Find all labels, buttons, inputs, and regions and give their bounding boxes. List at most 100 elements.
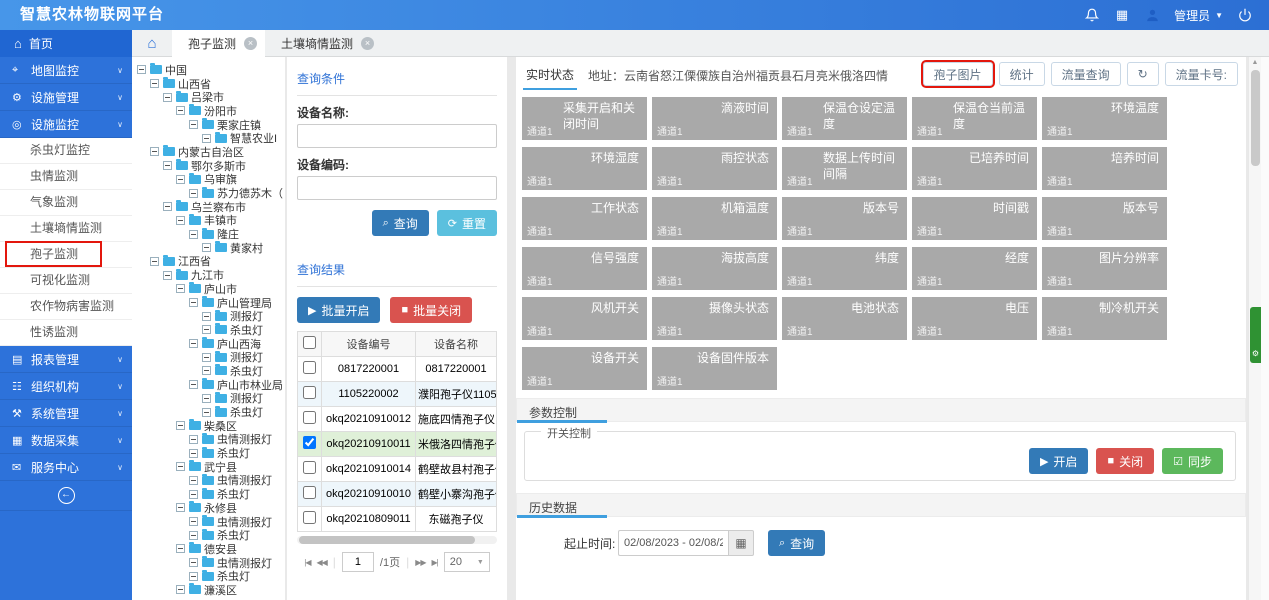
sidebar-bottom-item-0[interactable]: ▤报表管理∨ <box>0 346 132 373</box>
history-search-button[interactable]: ⌕ 查询 <box>768 530 825 556</box>
expander-icon[interactable] <box>189 558 198 567</box>
tab-realtime-status[interactable]: 实时状态 <box>526 66 574 83</box>
table-row[interactable]: okq20210910014鹤壁故县村孢子仪 <box>298 457 497 482</box>
tree-node[interactable]: 武宁县 <box>137 460 285 474</box>
expander-icon[interactable] <box>189 572 198 581</box>
submenu-item-6[interactable]: 农作物病害监测 <box>0 294 132 320</box>
traffic-query-button[interactable]: 流量查询 <box>1051 62 1121 86</box>
tree-node[interactable]: 庐山管理局 <box>137 296 285 310</box>
bell-icon[interactable] <box>1084 7 1100 23</box>
qr-icon[interactable]: ▦ <box>1114 7 1130 23</box>
expander-icon[interactable] <box>137 65 146 74</box>
expander-icon[interactable] <box>189 435 198 444</box>
tree-node[interactable]: 鄂尔多斯市 <box>137 159 285 173</box>
device-name-input[interactable] <box>297 124 497 148</box>
submenu-item-1[interactable]: 虫情监测 <box>0 164 132 190</box>
batch-close-button[interactable]: ■ 批量关闭 <box>390 297 472 323</box>
expander-icon[interactable] <box>163 93 172 102</box>
expander-icon[interactable] <box>189 531 198 540</box>
scrollbar-thumb[interactable] <box>1251 70 1260 166</box>
expander-icon[interactable] <box>202 312 211 321</box>
table-row[interactable]: 1105220002濮阳孢子仪1105220 <box>298 382 497 407</box>
device-code-input[interactable] <box>297 176 497 200</box>
side-panel-handle[interactable]: ⚙ <box>1250 307 1261 363</box>
tree-node[interactable]: 杀虫灯 <box>137 446 285 460</box>
tree-node[interactable]: 山西省 <box>137 77 285 91</box>
row-checkbox[interactable] <box>303 386 316 399</box>
expander-icon[interactable] <box>189 298 198 307</box>
expander-icon[interactable] <box>150 257 159 266</box>
sidebar-bottom-item-2[interactable]: ⚒系统管理∨ <box>0 400 132 427</box>
expander-icon[interactable] <box>189 230 198 239</box>
table-row[interactable]: 08172200010817220001 <box>298 357 497 382</box>
tree-node[interactable]: 栗家庄镇 <box>137 118 285 132</box>
tree-node[interactable]: 庐山市林业局 <box>137 378 285 392</box>
expander-icon[interactable] <box>202 408 211 417</box>
tree-node[interactable]: 内蒙古自治区 <box>137 145 285 159</box>
table-row[interactable]: okq20210910012施底四情孢子仪 <box>298 407 497 432</box>
statistics-button[interactable]: 统计 <box>999 62 1045 86</box>
expander-icon[interactable] <box>202 325 211 334</box>
expander-icon[interactable] <box>202 134 211 143</box>
expander-icon[interactable] <box>189 449 198 458</box>
expander-icon[interactable] <box>176 421 185 430</box>
expander-icon[interactable] <box>176 216 185 225</box>
expander-icon[interactable] <box>189 380 198 389</box>
expander-icon[interactable] <box>189 517 198 526</box>
tree-node[interactable]: 丰镇市 <box>137 214 285 228</box>
prev-page-icon[interactable]: ◀◀ <box>316 558 326 567</box>
row-checkbox[interactable] <box>303 411 316 424</box>
tree-node[interactable]: 庐山市 <box>137 282 285 296</box>
expander-icon[interactable] <box>150 147 159 156</box>
row-checkbox[interactable] <box>303 461 316 474</box>
tree-node[interactable]: 中国 <box>137 63 285 77</box>
sidebar-item-1[interactable]: ⚙设施管理∨ <box>0 84 132 111</box>
expander-icon[interactable] <box>189 120 198 129</box>
submenu-item-2[interactable]: 气象监测 <box>0 190 132 216</box>
row-checkbox[interactable] <box>303 486 316 499</box>
close-icon[interactable]: × <box>361 37 374 50</box>
tree-node[interactable]: 测报灯 <box>137 309 285 323</box>
page-size-select[interactable]: 20 ▼ <box>444 552 490 572</box>
submenu-item-5[interactable]: 可视化监测 <box>0 268 132 294</box>
row-checkbox[interactable] <box>303 511 316 524</box>
tree-node[interactable]: 虫情测报灯 <box>137 556 285 570</box>
first-page-icon[interactable]: |◀ <box>304 558 310 567</box>
last-page-icon[interactable]: ▶| <box>432 558 438 567</box>
expander-icon[interactable] <box>176 544 185 553</box>
tree-node[interactable]: 虫情测报灯 <box>137 433 285 447</box>
sidebar-item-2[interactable]: ◎设施监控∨ <box>0 111 132 138</box>
page-number-input[interactable] <box>342 552 374 572</box>
tree-node[interactable]: 乌兰察布市 <box>137 200 285 214</box>
tree-node[interactable]: 杀虫灯 <box>137 323 285 337</box>
open-button[interactable]: ▶ 开启 <box>1029 448 1088 474</box>
next-page-icon[interactable]: ▶▶ <box>415 558 425 567</box>
expander-icon[interactable] <box>150 79 159 88</box>
tree-node[interactable]: 虫情测报灯 <box>137 515 285 529</box>
avatar[interactable] <box>1144 7 1160 23</box>
history-title[interactable]: 历史数据 <box>529 499 577 516</box>
tree-node[interactable]: 庐山西海 <box>137 337 285 351</box>
user-menu[interactable]: 管理员 ▼ <box>1174 7 1223 24</box>
tree-node[interactable]: 九江市 <box>137 268 285 282</box>
tab-1[interactable]: 土壤墒情监测× <box>265 30 382 57</box>
tree-node[interactable]: 苏力德苏木（ <box>137 186 285 200</box>
tab-0[interactable]: 孢子监测× <box>172 30 265 57</box>
expander-icon[interactable] <box>189 490 198 499</box>
sidebar-item-0[interactable]: ⌖地图监控∨ <box>0 57 132 84</box>
submenu-item-4[interactable]: 孢子监测 <box>0 242 132 268</box>
expander-icon[interactable] <box>189 339 198 348</box>
select-all-checkbox[interactable] <box>303 336 316 349</box>
expander-icon[interactable] <box>176 585 185 594</box>
sidebar-bottom-item-3[interactable]: ▦数据采集∨ <box>0 427 132 454</box>
table-row[interactable]: okq20210910010鹤壁小寨沟孢子仪 <box>298 482 497 507</box>
expander-icon[interactable] <box>176 503 185 512</box>
row-checkbox[interactable] <box>303 361 316 374</box>
scroll-up-icon[interactable]: ▲ <box>1249 59 1261 66</box>
param-control-title[interactable]: 参数控制 <box>529 404 577 421</box>
close-button[interactable]: ■ 关闭 <box>1096 448 1154 474</box>
tree-node[interactable]: 测报灯 <box>137 350 285 364</box>
calendar-icon[interactable]: ▦ <box>728 530 754 556</box>
tree-node[interactable]: 永修县 <box>137 501 285 515</box>
table-row[interactable]: okq20210809011东磁孢子仪 <box>298 507 497 532</box>
